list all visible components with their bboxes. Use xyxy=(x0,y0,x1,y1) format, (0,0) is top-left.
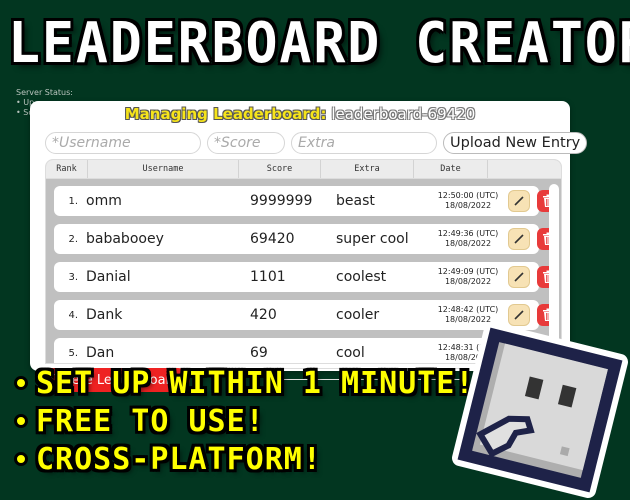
date-cell: 12:49:36 (UTC) 18/08/2022 xyxy=(437,229,499,248)
rank-cell: 2. xyxy=(68,233,78,245)
server-status-label: Server Status: xyxy=(16,88,73,97)
bullet-icon xyxy=(14,452,28,466)
column-header-username[interactable]: Username xyxy=(88,160,239,178)
upload-entry-button[interactable]: Upload New Entry xyxy=(443,132,588,154)
username-cell: omm xyxy=(86,193,122,209)
edit-button[interactable] xyxy=(508,228,530,250)
pencil-icon xyxy=(514,310,524,320)
username-cell: Dan xyxy=(86,345,115,361)
column-header-extra[interactable]: Extra xyxy=(321,160,414,178)
banner-title: LEADERBOARD CREATOR xyxy=(8,11,630,76)
table-rows: 1. omm 9999999 beast 12:50:00 (UTC) 18/08… xyxy=(46,180,559,363)
pencil-icon xyxy=(514,234,524,244)
extra-input[interactable]: Extra xyxy=(291,132,437,154)
table-row: 3. Danial 1101 coolest 12:49:09 (UTC) 18/… xyxy=(54,262,559,292)
column-header-rank[interactable]: Rank xyxy=(46,160,88,178)
score-cell: 9999999 xyxy=(250,193,313,209)
table-row: 5. Dan 69 cool 12:48:31 (UTC) 18/08/2022 xyxy=(54,338,539,363)
score-cell: 69420 xyxy=(250,231,295,247)
score-cell: 1101 xyxy=(250,269,286,285)
table-row: 4. Dank 420 cooler 12:48:42 (UTC) 18/08/2… xyxy=(54,300,559,330)
table-header: Rank Username Score Extra Date xyxy=(46,160,561,179)
rank-cell: 1. xyxy=(68,195,78,207)
rank-cell: 5. xyxy=(68,347,78,359)
date-cell: 12:50:00 (UTC) 18/08/2022 xyxy=(437,191,499,210)
column-header-score[interactable]: Score xyxy=(239,160,321,178)
score-cell: 420 xyxy=(250,307,277,323)
column-header-date[interactable]: Date xyxy=(414,160,488,178)
username-cell: Dank xyxy=(86,307,123,323)
edit-button[interactable] xyxy=(508,190,530,212)
score-input[interactable]: *Score xyxy=(207,132,285,154)
username-input[interactable]: *Username xyxy=(45,132,201,154)
feature-item: CROSS-PLATFORM! xyxy=(14,440,474,478)
feature-list: SET UP WITHIN 1 MINUTE! FREE TO USE! CRO… xyxy=(14,364,474,478)
leaderboard-name: leaderboard-69420 xyxy=(331,105,476,123)
pencil-icon xyxy=(514,196,524,206)
feature-item: SET UP WITHIN 1 MINUTE! xyxy=(14,364,474,402)
bullet-icon xyxy=(14,414,28,428)
score-cell: 69 xyxy=(250,345,268,361)
feature-text: CROSS-PLATFORM! xyxy=(36,441,322,477)
managing-label: Managing Leaderboard: xyxy=(124,105,327,123)
edit-button[interactable] xyxy=(508,266,530,288)
rank-cell: 4. xyxy=(68,309,78,321)
feature-text: FREE TO USE! xyxy=(36,403,265,439)
extra-cell: super cool xyxy=(336,231,409,247)
managing-header: Managing Leaderboard: leaderboard-69420 xyxy=(30,105,570,123)
feature-item: FREE TO USE! xyxy=(14,402,474,440)
feature-text: SET UP WITHIN 1 MINUTE! xyxy=(36,365,475,401)
table-row: 2. bababooey 69420 super cool 12:49:36 (… xyxy=(54,224,559,254)
extra-cell: beast xyxy=(336,193,375,209)
table-row: 1. omm 9999999 beast 12:50:00 (UTC) 18/08… xyxy=(54,186,559,216)
date-cell: 12:49:09 (UTC) 18/08/2022 xyxy=(437,267,499,286)
extra-cell: cooler xyxy=(336,307,380,323)
pencil-icon xyxy=(514,272,524,282)
username-cell: Danial xyxy=(86,269,131,285)
new-entry-form: *Username *Score Extra Upload New Entry xyxy=(45,132,588,154)
rank-cell: 3. xyxy=(68,271,78,283)
extra-cell: coolest xyxy=(336,269,387,285)
username-cell: bababooey xyxy=(86,231,164,247)
bullet-icon xyxy=(14,376,28,390)
extra-cell: cool xyxy=(336,345,365,361)
